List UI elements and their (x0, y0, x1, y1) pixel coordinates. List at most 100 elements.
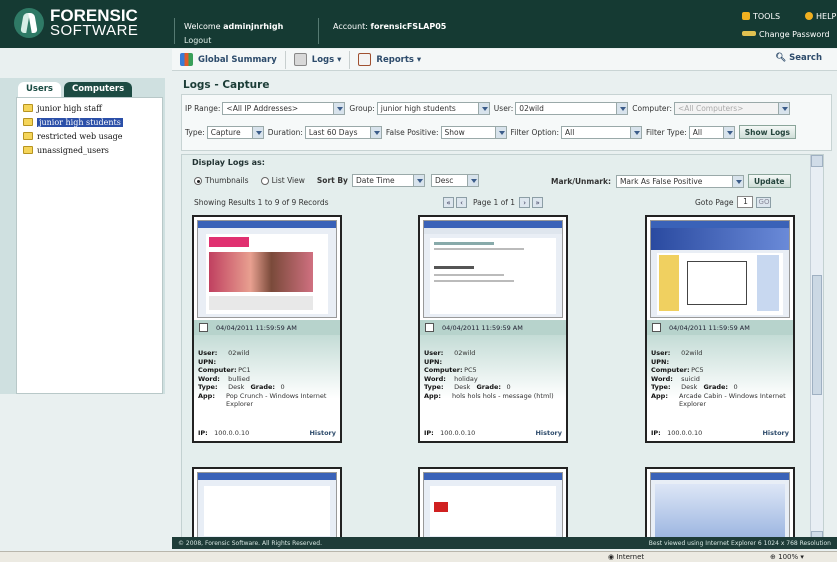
chevron-down-icon (477, 102, 489, 114)
record-word: holiday (454, 374, 478, 383)
tools-link[interactable]: TOOLS (742, 12, 780, 21)
next-page-icon[interactable]: › (519, 197, 531, 208)
welcome-username: adminjnrhigh (223, 22, 284, 31)
help-label: HELP (816, 12, 837, 21)
record-computer: PC5 (691, 366, 704, 374)
record-user: 02wild (454, 349, 476, 357)
capture-card: 04/04/2011 11:59:59 AM User: 02wild UPN:… (418, 215, 568, 443)
tree-item-label: restricted web usage (37, 131, 123, 141)
tab-computers[interactable]: Computers (63, 82, 133, 97)
history-link[interactable]: History (762, 429, 789, 438)
history-link[interactable]: History (309, 429, 336, 438)
user-label: User: (493, 103, 514, 113)
goto-page-input[interactable]: 1 (737, 196, 754, 208)
record-checkbox[interactable] (199, 323, 208, 332)
logout-link[interactable]: Logout (184, 36, 211, 45)
grade-field-label: Grade: (476, 383, 502, 391)
record-type: Desk (454, 383, 471, 391)
zoom-level[interactable]: ⊕ 100% ▾ (770, 553, 804, 561)
goto-label: Goto Page (695, 197, 734, 207)
sort-by-select[interactable]: Date Time (351, 174, 425, 187)
header-divider (318, 18, 319, 44)
record-computer: PC1 (238, 366, 251, 374)
record-grade: 0 (506, 383, 511, 391)
mark-label: Mark/Unmark: (551, 176, 611, 186)
record-grade: 0 (280, 383, 285, 391)
main-panel: Logs - Capture IP Range: <All IP Address… (172, 75, 837, 545)
zoom-icon: ⊕ (770, 553, 776, 561)
screenshot-thumbnail[interactable] (197, 472, 337, 541)
computer-field-label: Computer: (651, 366, 690, 374)
user-value: 02wild (519, 103, 544, 113)
tree-item-selected[interactable]: junior high students (23, 115, 156, 129)
mark-select[interactable]: Mark As False Positive (615, 174, 744, 188)
change-password-label: Change Password (759, 30, 830, 39)
type-select[interactable]: Capture (206, 125, 264, 139)
upn-field-label: UPN: (424, 357, 443, 366)
folder-icon (23, 118, 33, 126)
screenshot-thumbnail[interactable] (197, 220, 337, 318)
scroll-up-icon[interactable] (811, 155, 823, 167)
filter-option-select[interactable]: All (561, 125, 643, 139)
chevron-down-icon (630, 126, 642, 138)
order-select[interactable]: Desc (430, 174, 479, 187)
screenshot-thumbnail[interactable] (650, 220, 790, 318)
duration-select[interactable]: Last 60 Days (304, 125, 382, 139)
computer-select[interactable]: <All Computers> (673, 101, 790, 115)
thumbnails-radio[interactable] (194, 176, 202, 185)
record-details: User: 02wild UPN: Computer: PC5 Word: ho… (420, 335, 566, 441)
group-select[interactable]: junior high students (376, 101, 490, 115)
reports-menu[interactable]: Reports ▾ (350, 51, 429, 69)
page-info: Page 1 of 1 (473, 198, 516, 207)
record-checkbox[interactable] (652, 323, 661, 332)
list-view-radio[interactable] (260, 176, 269, 185)
record-details: User: 02wild UPN: Computer: PC1 Word: bu… (194, 335, 340, 441)
header-bar: FORENSIC SOFTWARE Welcome adminjnrhigh L… (0, 0, 837, 48)
screenshot-thumbnail[interactable] (650, 472, 790, 541)
results-scrollbar[interactable] (810, 155, 823, 541)
screenshot-thumbnail[interactable] (423, 220, 563, 318)
tree-item[interactable]: restricted web usage (23, 129, 156, 143)
change-password-link[interactable]: Change Password (742, 30, 830, 39)
false-positive-select[interactable]: Show (440, 125, 507, 139)
search-button[interactable]: 🔍︎ Search (775, 53, 822, 63)
mark-controls: Mark/Unmark: Mark As False Positive Upda… (551, 174, 791, 188)
tab-users[interactable]: Users (18, 82, 61, 97)
logo-mark-icon (14, 8, 44, 38)
scroll-thumb[interactable] (812, 275, 822, 395)
group-value: junior high students (380, 103, 456, 113)
app-field-label: App: (424, 391, 441, 400)
global-summary-button[interactable]: Global Summary (172, 50, 286, 69)
computer-label: Computer: (632, 103, 672, 113)
logs-menu[interactable]: Logs ▾ (286, 50, 351, 69)
duration-value: Last 60 Days (308, 127, 358, 137)
page-title: Logs - Capture (183, 79, 270, 91)
search-icon: 🔍︎ (775, 53, 787, 63)
user-field-label: User: (651, 349, 671, 357)
computer-field-label: Computer: (198, 366, 237, 374)
tree-item[interactable]: unassigned_users (23, 143, 156, 157)
grade-field-label: Grade: (250, 383, 276, 391)
filter-row-1: IP Range: <All IP Addresses> Group: juni… (185, 100, 794, 116)
ip-range-select[interactable]: <All IP Addresses> (222, 101, 346, 115)
first-page-icon[interactable]: « (443, 197, 454, 208)
filter-type-select[interactable]: All (688, 125, 735, 139)
ip-field-label: IP: (651, 428, 661, 437)
user-select[interactable]: 02wild (515, 101, 629, 115)
group-label: Group: (349, 103, 375, 113)
record-checkbox[interactable] (425, 323, 434, 332)
show-logs-button[interactable]: Show Logs (738, 125, 796, 139)
chevron-down-icon (251, 126, 263, 138)
last-page-icon[interactable]: » (532, 197, 544, 208)
history-link[interactable]: History (535, 429, 562, 438)
tree-item-label: junior high students (37, 117, 123, 127)
go-button[interactable]: GO (756, 196, 772, 208)
help-link[interactable]: HELP (805, 12, 836, 21)
tree-item[interactable]: junior high staff (23, 101, 156, 115)
update-button[interactable]: Update (747, 174, 791, 188)
screenshot-thumbnail[interactable] (423, 472, 563, 541)
prev-page-icon[interactable]: ‹ (456, 197, 467, 208)
false-positive-value: Show (444, 127, 465, 137)
zone-label: Internet (616, 553, 645, 561)
chevron-down-icon (412, 175, 424, 186)
